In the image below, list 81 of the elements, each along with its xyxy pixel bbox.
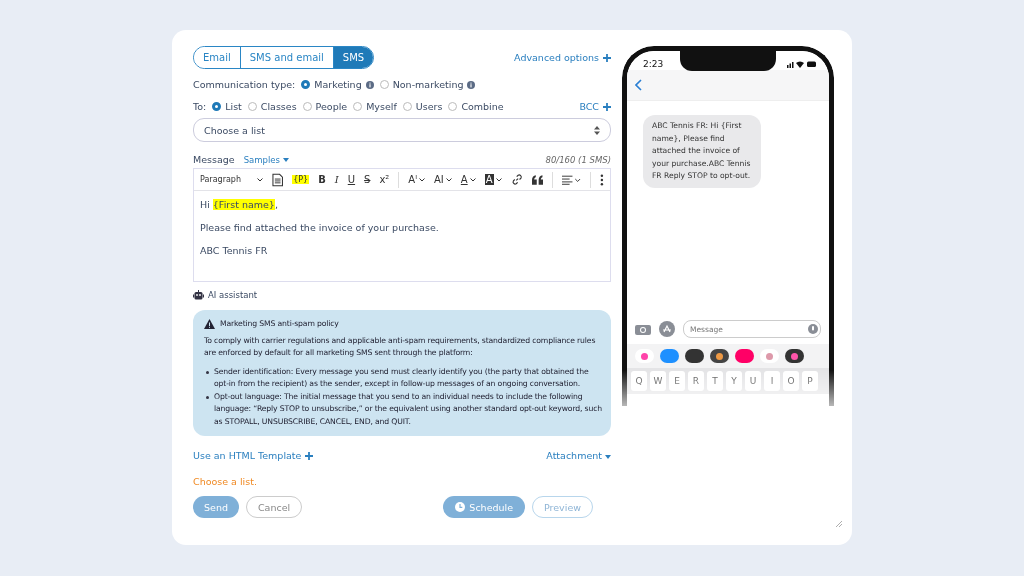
radio-label: Classes — [260, 101, 297, 112]
font-size-button[interactable]: Aᴵ — [408, 174, 426, 185]
radio-label: Combine — [461, 101, 504, 112]
link-icon[interactable] — [510, 173, 523, 186]
info-icon — [467, 80, 476, 89]
keyboard-key[interactable]: E — [669, 371, 685, 391]
editor-text: , — [274, 199, 278, 210]
channel-tab[interactable]: Email — [194, 47, 241, 68]
editor-text: Hi — [200, 199, 210, 210]
sort-caret-icon — [594, 125, 600, 135]
align-icon[interactable] — [562, 174, 582, 185]
status-icons-drawing — [787, 60, 817, 68]
message-label: Message — [193, 154, 235, 165]
radio-button[interactable] — [212, 102, 222, 111]
info-icon — [365, 80, 374, 89]
to-label: To: — [193, 101, 207, 112]
list-select[interactable]: Choose a list — [193, 118, 611, 142]
radio-label: Non-marketing — [392, 79, 464, 90]
keyboard-key[interactable]: I — [764, 371, 780, 391]
plus-icon[interactable] — [603, 53, 611, 62]
plus-icon[interactable] — [603, 102, 611, 111]
html-template-link[interactable]: Use an HTML Template — [193, 450, 302, 461]
radio-label: List — [225, 101, 242, 112]
radio-label: Marketing — [314, 79, 362, 90]
attachment-dropdown[interactable]: Attachment — [546, 450, 611, 461]
bullet-icon — [206, 395, 209, 399]
bcc-link[interactable]: BCC — [579, 101, 599, 112]
chevron-icon — [256, 177, 263, 182]
paragraph-dropdown[interactable]: Paragraph — [200, 175, 263, 184]
camera-icon[interactable] — [635, 323, 651, 335]
chevron-icon — [445, 178, 452, 182]
keyboard-key[interactable]: R — [688, 371, 704, 391]
radio-button[interactable] — [301, 80, 311, 89]
strikethrough-button[interactable]: S — [364, 174, 371, 185]
message-editor[interactable]: Hi {First name}, Please find attached the invoice of your purchase. ABC Tennis FR — [194, 191, 610, 281]
variable-tag: {First name} — [212, 199, 275, 210]
app-store-icon[interactable] — [659, 321, 675, 337]
cancel-button[interactable]: Cancel — [245, 496, 303, 518]
editor-text: Please find attached the invoice of your purchase. — [200, 222, 439, 233]
document-icon[interactable] — [271, 172, 284, 187]
keyboard-key[interactable]: W — [650, 371, 666, 391]
underline-button[interactable]: U — [347, 174, 356, 185]
keyboard-key[interactable]: T — [707, 371, 723, 391]
bold-button[interactable]: B — [318, 174, 326, 185]
character-counter: 80/160 (1 SMS) — [545, 154, 611, 165]
warning-icon — [204, 319, 215, 330]
advanced-options-link[interactable]: Advanced options — [514, 52, 599, 63]
channel-tab[interactable]: SMS — [333, 47, 374, 68]
back-icon[interactable] — [635, 79, 642, 91]
communication-type-label: Communication type: — [193, 79, 296, 90]
radio-label: Users — [415, 101, 443, 112]
microphone-icon — [808, 324, 818, 334]
keyboard-key[interactable]: P — [802, 371, 818, 391]
caret-icon — [282, 158, 289, 162]
clock-icon — [455, 502, 466, 512]
keyboard-key[interactable]: U — [745, 371, 761, 391]
text-color-button[interactable]: A — [460, 174, 476, 185]
error-message: Choose a list. — [193, 476, 258, 487]
robot-icon — [193, 290, 204, 300]
samples-dropdown[interactable]: Samples — [243, 154, 289, 165]
font-size-button[interactable]: AI — [434, 174, 452, 185]
ai-assistant-link[interactable]: AI assistant — [208, 290, 258, 300]
chevron-icon — [495, 178, 502, 182]
more-icon[interactable] — [600, 173, 604, 186]
bullet-icon — [206, 370, 209, 374]
plus-icon[interactable] — [305, 451, 314, 460]
keyboard-key[interactable]: Y — [726, 371, 742, 391]
keyboard-key[interactable]: Q — [631, 371, 647, 391]
chevron-icon — [419, 178, 426, 182]
placeholder-tag-button[interactable]: {P} — [292, 175, 310, 184]
editor-text: ABC Tennis FR — [200, 245, 268, 256]
superscript-button[interactable]: x² — [379, 174, 390, 185]
quote-icon[interactable] — [531, 174, 544, 185]
resize-grip-icon[interactable] — [836, 521, 842, 527]
caret-icon — [605, 454, 611, 459]
chevron-icon — [469, 178, 476, 182]
italic-button[interactable]: I — [334, 174, 339, 185]
keyboard-key[interactable]: O — [783, 371, 799, 391]
status-time: 2:23 — [643, 59, 664, 69]
radio-label: Myself — [366, 101, 397, 112]
radio-label: People — [315, 101, 348, 112]
